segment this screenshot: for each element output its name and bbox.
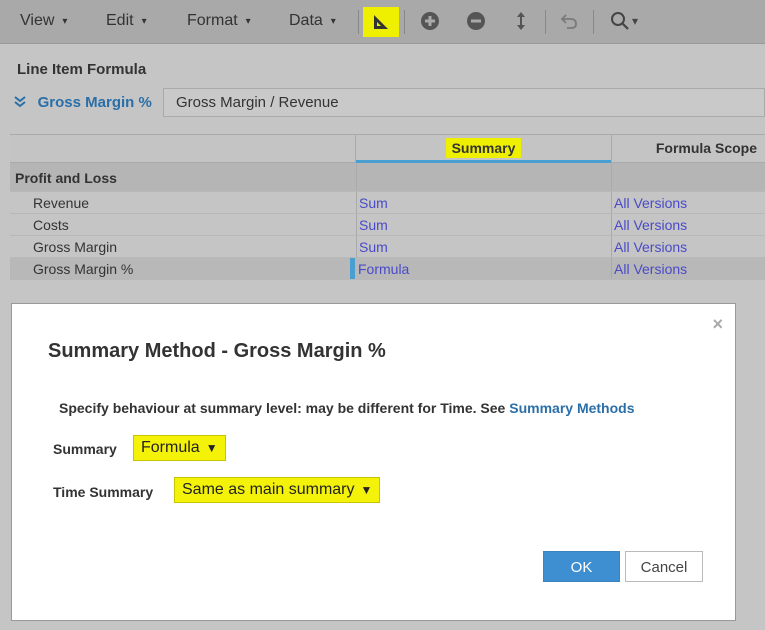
cell-summary-selected[interactable]: Formula xyxy=(350,258,611,279)
cell-scope[interactable]: All Versions xyxy=(611,214,765,235)
line-item-selector[interactable]: Gross Margin % xyxy=(14,94,152,111)
line-item-name: Gross Margin % xyxy=(37,94,152,111)
row-label: Revenue xyxy=(33,195,90,211)
caret-down-icon: ▾ xyxy=(141,16,147,27)
caret-down-icon: ▾ xyxy=(62,16,68,27)
toolbar: View ▾ Edit ▾ Format ▾ Data ▾ ▾ xyxy=(0,0,765,44)
cell-summary[interactable]: Sum xyxy=(356,192,611,213)
cell-summary[interactable]: Sum xyxy=(356,214,611,235)
double-chevron-down-icon xyxy=(14,95,30,110)
summary-method-dialog: × Summary Method - Gross Margin % Specif… xyxy=(11,303,736,621)
line-items-grid: Summary Formula Scope Profit and Loss Re… xyxy=(10,134,765,280)
table-row-selected[interactable]: Gross Margin % Formula All Versions xyxy=(10,258,765,280)
cell-summary[interactable]: Sum xyxy=(356,236,611,257)
row-label: Costs xyxy=(33,217,69,233)
table-row[interactable]: Costs Sum All Versions xyxy=(10,214,765,236)
column-header-summary[interactable]: Summary xyxy=(356,135,611,165)
menu-edit[interactable]: Edit ▾ xyxy=(106,12,147,30)
search-icon[interactable]: ▾ xyxy=(605,8,643,34)
grid-header: Summary Formula Scope xyxy=(10,134,765,165)
group-row[interactable]: Profit and Loss xyxy=(10,163,765,192)
cell-summary xyxy=(356,163,611,191)
toolbar-separator xyxy=(545,10,546,34)
caret-down-icon: ▾ xyxy=(330,16,336,27)
summary-methods-link[interactable]: Summary Methods xyxy=(509,400,634,416)
plus-circle-icon[interactable] xyxy=(418,8,442,34)
cancel-button[interactable]: Cancel xyxy=(625,551,703,582)
summary-select[interactable]: Formula ▼ xyxy=(133,435,226,461)
row-label: Gross Margin % xyxy=(33,261,134,277)
dropdown-arrow-icon: ▼ xyxy=(205,441,218,455)
caret-down-icon: ▾ xyxy=(245,16,251,27)
line-item-formula-title: Line Item Formula xyxy=(17,61,147,78)
minus-circle-icon[interactable] xyxy=(464,8,488,34)
cell-scope[interactable]: All Versions xyxy=(611,236,765,257)
cell-scope xyxy=(611,163,765,191)
dropdown-arrow-icon: ▼ xyxy=(360,483,373,497)
column-header-formula-scope[interactable]: Formula Scope xyxy=(611,135,765,164)
row-label: Gross Margin xyxy=(33,239,118,255)
menu-view[interactable]: View ▾ xyxy=(20,12,67,30)
dialog-title: Summary Method - Gross Margin % xyxy=(48,340,386,362)
toolbar-separator xyxy=(358,10,359,34)
summary-label: Summary xyxy=(53,441,117,457)
undo-icon[interactable] xyxy=(557,8,581,34)
ok-button[interactable]: OK xyxy=(543,551,620,582)
close-icon[interactable]: × xyxy=(712,314,723,335)
cell-scope[interactable]: All Versions xyxy=(611,192,765,213)
dialog-description: Specify behaviour at summary level: may … xyxy=(59,400,635,416)
up-down-arrow-icon[interactable] xyxy=(511,8,531,34)
toolbar-separator xyxy=(404,10,405,34)
toolbar-separator xyxy=(593,10,594,34)
menu-format[interactable]: Format ▾ xyxy=(187,12,251,30)
cell-scope[interactable]: All Versions xyxy=(611,258,765,279)
set-square-icon[interactable] xyxy=(363,7,399,37)
time-summary-label: Time Summary xyxy=(53,484,154,500)
time-summary-select[interactable]: Same as main summary ▼ xyxy=(174,477,381,503)
table-row[interactable]: Gross Margin Sum All Versions xyxy=(10,236,765,258)
table-row[interactable]: Revenue Sum All Versions xyxy=(10,192,765,214)
menu-data[interactable]: Data ▾ xyxy=(289,12,336,30)
group-label: Profit and Loss xyxy=(15,170,117,186)
caret-down-icon: ▾ xyxy=(631,14,639,28)
formula-input[interactable]: Gross Margin / Revenue xyxy=(163,88,765,117)
